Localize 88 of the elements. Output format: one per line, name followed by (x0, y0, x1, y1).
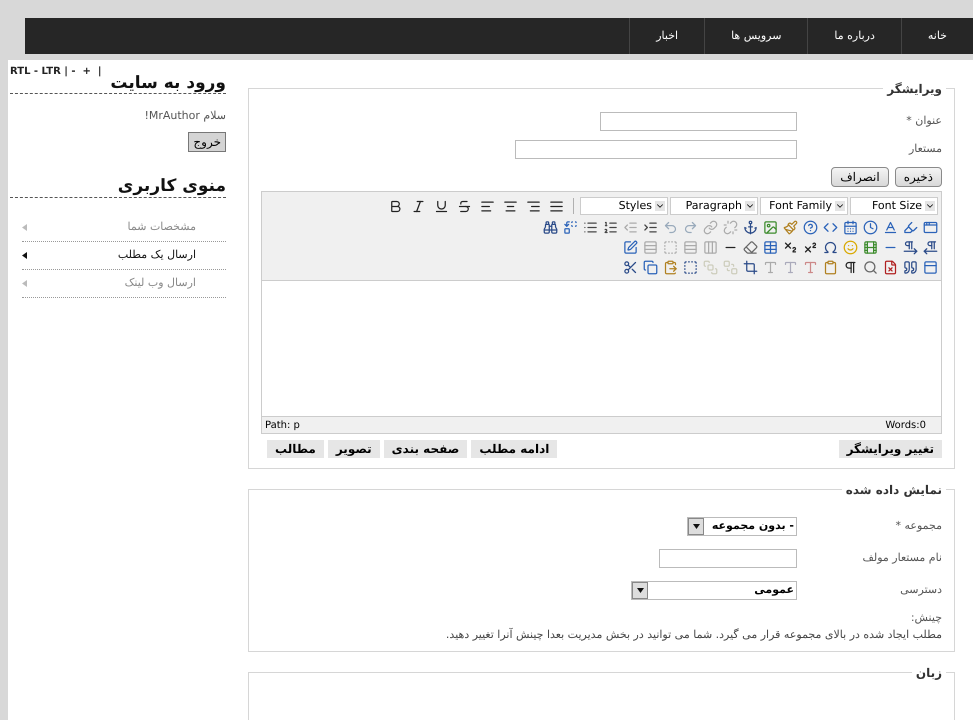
align-justify-icon[interactable] (549, 198, 564, 214)
field-label: مجموعه * (894, 518, 942, 534)
select-field[interactable]: عمومی (631, 580, 797, 600)
nav-link[interactable]: خانه (900, 18, 973, 54)
path-text: Path: p (265, 418, 300, 432)
strikethrough-icon[interactable] (457, 198, 472, 214)
align-left-icon[interactable] (480, 198, 495, 214)
search-icon[interactable] (543, 220, 558, 235)
dashed-box-icon[interactable] (683, 260, 698, 275)
table-icon[interactable] (763, 240, 778, 255)
logout-button[interactable]: خروج (188, 132, 226, 152)
text-input[interactable] (600, 112, 797, 130)
greeting-text: سلام MrAuthor! (143, 108, 226, 124)
fieldset-legend: ویرایشگر (883, 80, 946, 98)
align-center-icon[interactable] (503, 198, 518, 214)
clipboard-icon[interactable] (823, 260, 838, 275)
paste-icon[interactable] (663, 260, 678, 275)
order-note: مطلب ایجاد شده در بالای مجموعه قرار می گیرد. شما می توانید در بخش مدیریت بعدا چینش آنرا تغییر دهید. (444, 626, 942, 643)
dropdown-icon (835, 201, 845, 211)
panel-icon[interactable] (923, 260, 938, 275)
arrow-icon (22, 280, 27, 286)
help-icon[interactable] (803, 220, 818, 235)
align-right-icon[interactable] (526, 198, 541, 214)
nav-link[interactable]: اخبار (629, 18, 704, 54)
superscript-icon[interactable] (803, 240, 818, 255)
file-x-icon[interactable] (883, 260, 898, 275)
select-field[interactable]: - بدون مجموعه (687, 516, 797, 536)
form-button[interactable]: انصراف (831, 167, 889, 187)
field-label: نام مستعار مولف (861, 550, 942, 566)
underline-icon[interactable] (434, 198, 449, 214)
nav-link[interactable]: سرویس ها (704, 18, 808, 54)
login-heading: ورود به سایت (10, 73, 226, 94)
field-label: دسترسی (899, 582, 942, 598)
insert-button[interactable]: مطالب (267, 440, 324, 458)
scissors-icon[interactable] (623, 260, 638, 275)
quote-icon[interactable] (903, 260, 918, 275)
insert-button[interactable]: ادامه مطلب (471, 440, 558, 458)
brush-icon[interactable] (783, 220, 798, 235)
image-icon[interactable] (763, 220, 778, 235)
insert-button[interactable]: صفحه بندی (384, 440, 468, 458)
indent-icon[interactable] (643, 220, 658, 235)
user-menu-heading: منوی کاربری (10, 174, 226, 198)
pilcrow-icon[interactable] (843, 260, 858, 275)
eraser-icon[interactable] (743, 240, 758, 255)
code-icon[interactable] (823, 220, 838, 235)
field-label: مستعار (908, 140, 942, 157)
toolbar-select[interactable]: Font Size (850, 197, 938, 215)
highlighter-icon[interactable] (903, 220, 918, 235)
calendar-icon[interactable] (843, 220, 858, 235)
cell-icon[interactable] (663, 240, 678, 255)
toolbar-select[interactable]: Paragraph (670, 197, 758, 215)
menu-item[interactable]: ارسال یک مطلب (22, 242, 226, 270)
arrow-icon (22, 224, 27, 230)
dropdown-icon (925, 201, 935, 211)
word-count: Words:0 (885, 418, 926, 432)
anchor-icon[interactable] (743, 220, 758, 235)
copy-icon[interactable] (643, 260, 658, 275)
menu-item[interactable]: ارسال وب لینک (22, 270, 226, 298)
toolbar-select[interactable]: Font Family (760, 197, 848, 215)
numbered-list-icon[interactable] (603, 220, 618, 235)
toolbar-select[interactable]: Styles (580, 197, 668, 215)
toggle-editor-button[interactable]: تغییر ویرایشگر (838, 440, 942, 458)
italic-icon[interactable] (411, 198, 426, 214)
bold-icon[interactable] (388, 198, 403, 214)
dropdown-icon (655, 201, 665, 211)
crop-icon[interactable] (743, 260, 758, 275)
dropdown-icon (745, 201, 755, 211)
subscript-icon[interactable] (783, 240, 798, 255)
film-icon[interactable] (863, 240, 878, 255)
menu-item[interactable]: مشخصات شما (22, 214, 226, 242)
text-input[interactable] (515, 140, 797, 158)
pilcrow-right-icon[interactable] (903, 240, 918, 255)
clock-icon[interactable] (863, 220, 878, 235)
arrow-icon (22, 252, 27, 258)
pilcrow-left-icon[interactable] (923, 240, 938, 255)
nav-link[interactable]: درباره ما (807, 18, 901, 54)
order-label: چینش: (910, 610, 942, 626)
window-icon[interactable] (923, 220, 938, 235)
text-color-icon[interactable] (883, 220, 898, 235)
insert-button[interactable]: تصویر (328, 440, 380, 458)
replace-icon[interactable] (563, 220, 578, 235)
field-label: عنوان * (905, 112, 942, 129)
preview-icon[interactable] (863, 260, 878, 275)
text-input[interactable] (659, 548, 797, 568)
edit-icon[interactable] (623, 240, 638, 255)
bullet-list-icon[interactable] (583, 220, 598, 235)
form-button[interactable]: ذخیره (894, 167, 942, 187)
omega-icon[interactable] (823, 240, 838, 255)
